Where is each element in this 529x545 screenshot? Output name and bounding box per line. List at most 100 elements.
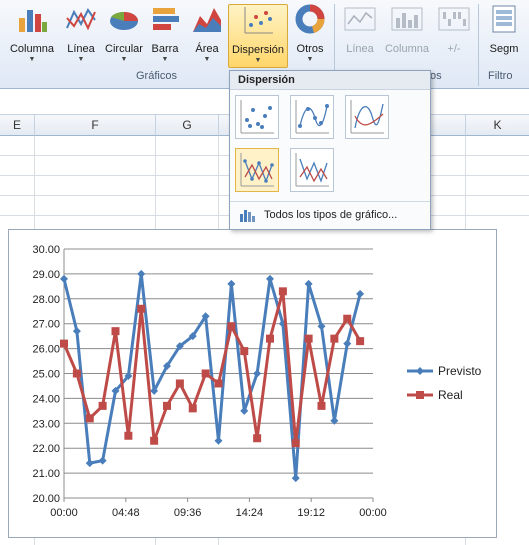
column-chart-icon [19,10,47,32]
slicer-button[interactable]: Segm [484,4,524,66]
data-point-previsto [304,279,313,288]
chevron-down-icon: ▼ [161,56,169,63]
column-header-k[interactable]: K [466,115,529,136]
scatter-straight-lines-option[interactable] [290,148,334,192]
sparkline-column-icon [391,7,423,31]
data-point-real [330,334,339,343]
data-point-previsto [60,274,68,283]
sparkline-column-button[interactable]: Columna [382,4,432,66]
data-point-real [304,334,313,343]
scatter-straight-lines-icon [295,153,329,187]
pie-chart-button[interactable]: Circular ▼ [102,4,146,66]
data-point-previsto [214,436,223,445]
data-point-previsto [85,459,94,468]
y-tick-label: 24.00 [32,393,60,405]
legend-marker-real [416,391,424,399]
data-point-previsto [240,406,249,415]
scatter-markers-only-option[interactable] [235,95,279,139]
legend-marker-previsto [416,367,424,375]
y-tick-label: 21.00 [32,468,60,480]
chevron-down-icon: ▼ [254,57,262,64]
chevron-down-icon: ▼ [77,56,85,63]
area-chart-button[interactable]: Área ▼ [188,4,226,66]
filter-group-label: Filtro [488,70,513,82]
y-tick-label: 20.00 [32,493,60,505]
scatter-smooth-lines-markers-option[interactable] [290,95,334,139]
scatter-markers-only-icon [240,100,274,134]
y-tick-label: 27.00 [32,319,60,331]
x-tick-label: 19:12 [297,507,325,519]
data-point-real [124,431,133,440]
chart-area[interactable]: 20.00 21.00 22.00 23.00 24.00 25.00 26.00 27.00… [8,229,497,538]
scatter-smooth-lines-option[interactable] [345,95,389,139]
sparkline-line-button[interactable]: Línea [340,4,380,66]
sparkline-winloss-button[interactable]: +/- [436,4,472,66]
all-chart-types-label: Todos los tipos de gráfico... [264,209,398,221]
line-chart-button[interactable]: Línea ▼ [60,4,102,66]
data-point-real [227,322,236,331]
column-chart-button[interactable]: Columna ▼ [6,4,58,66]
data-point-previsto [356,289,365,298]
y-tick-label: 25.00 [32,369,60,381]
other-charts-button[interactable]: Otros ▼ [290,4,330,66]
scatter-chart-button[interactable]: Dispersión ▼ [228,4,288,68]
data-point-real [214,379,223,388]
group-separator [478,4,479,86]
data-point-previsto [137,269,146,278]
scatter-straight-lines-markers-option[interactable] [235,148,279,192]
data-point-real [111,327,120,336]
line-chart-icon [66,8,96,31]
all-chart-types-icon [240,210,255,222]
data-point-real [188,404,197,413]
scatter-chart: 20.00 21.00 22.00 23.00 24.00 25.00 26.00 27.00… [32,244,481,519]
sparkline-line-label: Línea [346,43,374,55]
sparkline-column-label: Columna [384,43,430,55]
y-tick-label: 26.00 [32,344,60,356]
bar-chart-button[interactable]: Barra ▼ [146,4,184,66]
x-tick-label: 00:00 [359,507,387,519]
area-chart-label: Área [195,43,219,55]
sparklines-group-label: os [430,70,442,82]
slicer-label: Segm [489,43,519,55]
data-point-previsto [343,339,352,348]
data-point-previsto [72,327,81,336]
sparkline-line-icon [344,7,376,31]
chevron-down-icon: ▼ [306,56,314,63]
chevron-down-icon: ▼ [120,56,128,63]
column-header-f[interactable]: F [35,115,156,136]
data-point-real [60,339,68,348]
data-point-real [240,347,249,356]
x-tick-label: 00:00 [50,507,78,519]
data-point-real [175,379,184,388]
scatter-smooth-lines-markers-icon [295,100,329,134]
all-chart-types-link[interactable]: Todos los tipos de gráfico... [230,201,430,229]
x-tick-label: 04:48 [112,507,140,519]
bar-chart-icon [153,8,179,30]
y-tick-label: 30.00 [32,244,60,256]
data-point-real [317,401,326,410]
scatter-dropdown: Dispersión Todos los tipos de gráfico... [229,70,431,230]
other-charts-label: Otros [296,43,324,55]
column-header-e[interactable]: E [0,115,35,136]
data-point-real [253,434,262,443]
data-point-previsto [253,369,262,378]
data-point-previsto [291,474,300,483]
data-point-real [201,369,210,378]
x-tick-label: 14:24 [236,507,264,519]
data-point-real [150,436,159,445]
column-header-g[interactable]: G [156,115,219,136]
data-point-previsto [98,456,107,465]
scatter-straight-lines-markers-icon [240,153,274,187]
sparkline-winloss-label: +/- [447,43,461,55]
data-point-real [72,369,81,378]
donut-chart-icon [295,4,325,34]
column-chart-label: Columna [9,43,55,55]
data-point-real [98,401,107,410]
scatter-smooth-lines-icon [350,100,384,134]
bar-chart-label: Barra [151,43,179,55]
data-point-real [291,439,300,448]
scatter-chart-icon [244,7,273,34]
dropdown-title: Dispersión [230,71,430,90]
sparkline-winloss-icon [438,7,470,31]
data-point-real [278,287,287,296]
